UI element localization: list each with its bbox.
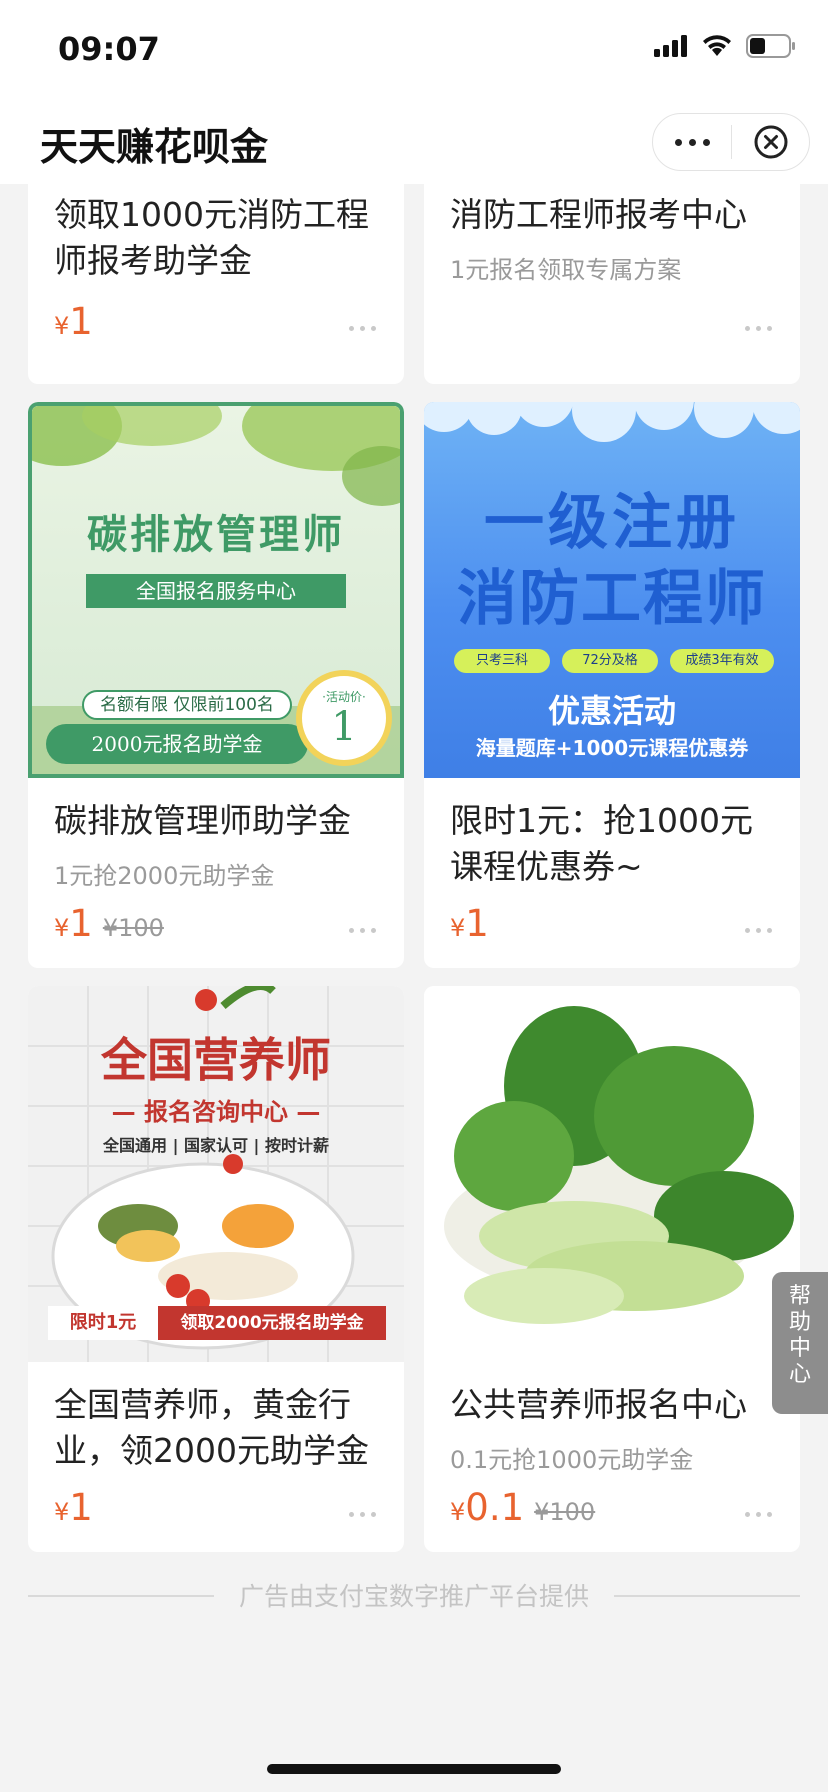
price-badge: ·活动价· 1 — [296, 670, 392, 766]
image-heading: 全国营养师 — [101, 1033, 331, 1087]
image-line1: 名额有限 仅限前100名 — [82, 690, 292, 720]
product-subtitle: 1元抢2000元助学金 — [54, 862, 275, 890]
dot-icon — [756, 326, 761, 331]
battery-icon — [746, 34, 795, 58]
dot-icon — [756, 1512, 761, 1517]
more-dot-icon — [702, 138, 710, 146]
product-card[interactable]: 一级注册 消防工程师 只考三科 72分及格 成绩3年有效 优惠活动 海量题库+1… — [424, 402, 800, 968]
status-time: 09:07 — [58, 30, 160, 68]
dot-icon — [360, 326, 365, 331]
product-price: ¥1 — [54, 300, 93, 343]
product-title: 全国营养师，黄金行业，领2000元助学金 — [54, 1385, 369, 1470]
product-price: ¥1 — [54, 1486, 93, 1529]
image-line2: 2000元报名助学金 — [46, 724, 308, 764]
dot-icon — [767, 326, 772, 331]
image-heading: 碳排放管理师 — [87, 511, 345, 558]
dot-icon — [360, 1512, 365, 1517]
product-price: ¥1 — [450, 902, 489, 945]
image-pill: 72分及格 — [562, 649, 658, 673]
dot-icon — [371, 1512, 376, 1517]
wifi-icon — [703, 35, 731, 56]
more-button[interactable] — [653, 114, 731, 170]
more-options-button[interactable] — [745, 928, 772, 933]
more-dot-icon — [688, 138, 696, 146]
dot-icon — [745, 928, 750, 933]
image-pill: 只考三科 — [454, 649, 550, 673]
image-tags: 全国通用 | 国家认可 | 按时计薪 — [103, 1136, 329, 1155]
product-title: 领取1000元消防工程师报考助学金 — [54, 195, 369, 280]
product-card[interactable]: 公共营养师报名中心 0.1元抢1000元助学金 ¥0.1 ¥100 — [424, 986, 800, 1552]
image-promo: 优惠活动 — [547, 692, 676, 730]
product-title: 碳排放管理师助学金 — [54, 801, 351, 840]
product-card[interactable]: 碳排放管理师 全国报名服务中心 名额有限 仅限前100名 2000元报名助学金 … — [28, 402, 404, 968]
bok-choy-graphic — [444, 1006, 794, 1324]
image-tag-left: 限时1元 — [48, 1306, 158, 1340]
product-feed: 领取1000元消防工程师报考助学金 ¥1 消防工程师报考中心 1元报名领取专属方… — [0, 184, 828, 1792]
image-sub: — 报名咨询中心 — — [111, 1098, 321, 1126]
nav-bar: 天天赚花呗金 — [0, 98, 828, 184]
dot-icon — [756, 928, 761, 933]
dot-icon — [371, 928, 376, 933]
product-subtitle: 0.1元抢1000元助学金 — [450, 1446, 694, 1474]
dot-icon — [767, 928, 772, 933]
image-pill: 成绩3年有效 — [670, 649, 774, 673]
close-circle-icon — [754, 125, 787, 159]
image-banner: 全国报名服务中心 — [86, 574, 346, 608]
product-card[interactable]: 全国营养师 — 报名咨询中心 — 全国通用 | 国家认可 | 按时计薪 限时1元… — [28, 986, 404, 1552]
help-center-button[interactable]: 帮助中心 — [772, 1272, 828, 1414]
product-title: 限时1元：抢1000元课程优惠券~ — [450, 801, 753, 886]
dot-icon — [360, 928, 365, 933]
dot-icon — [767, 1512, 772, 1517]
dot-icon — [349, 326, 354, 331]
more-options-button[interactable] — [745, 326, 772, 331]
product-subtitle: 1元报名领取专属方案 — [450, 256, 682, 284]
status-bar: 09:07 — [0, 0, 828, 98]
dot-icon — [371, 326, 376, 331]
image-promo-sub: 海量题库+1000元课程优惠券 — [475, 736, 749, 760]
product-price: ¥0.1 ¥100 — [450, 1486, 596, 1529]
cellular-signal-icon — [654, 35, 687, 57]
home-indicator[interactable] — [267, 1764, 561, 1774]
page-title: 天天赚花呗金 — [40, 125, 269, 169]
dot-icon — [745, 1512, 750, 1517]
ad-disclaimer: 广告由支付宝数字推广平台提供 — [238, 1582, 589, 1611]
image-line2: 消防工程师 — [457, 564, 767, 634]
product-title: 公共营养师报名中心 — [450, 1385, 747, 1424]
close-button[interactable] — [732, 124, 809, 160]
more-options-button[interactable] — [745, 1512, 772, 1517]
more-options-button[interactable] — [349, 1512, 376, 1517]
more-dot-icon — [674, 138, 682, 146]
product-card[interactable]: 消防工程师报考中心 1元报名领取专属方案 — [424, 184, 800, 384]
more-options-button[interactable] — [349, 928, 376, 933]
mini-program-capsule — [652, 113, 810, 171]
image-tag-right: 领取2000元报名助学金 — [158, 1306, 386, 1340]
dot-icon — [349, 1512, 354, 1517]
product-image — [424, 986, 800, 1362]
dot-icon — [745, 326, 750, 331]
product-card[interactable]: 领取1000元消防工程师报考助学金 ¥1 — [28, 184, 404, 384]
product-price: ¥1 ¥100 — [54, 902, 164, 945]
dot-icon — [349, 928, 354, 933]
help-center-label: 帮助中心 — [788, 1284, 811, 1387]
status-icons — [654, 34, 796, 58]
image-line1: 一级注册 — [484, 488, 740, 558]
product-title: 消防工程师报考中心 — [450, 195, 747, 234]
more-options-button[interactable] — [349, 326, 376, 331]
